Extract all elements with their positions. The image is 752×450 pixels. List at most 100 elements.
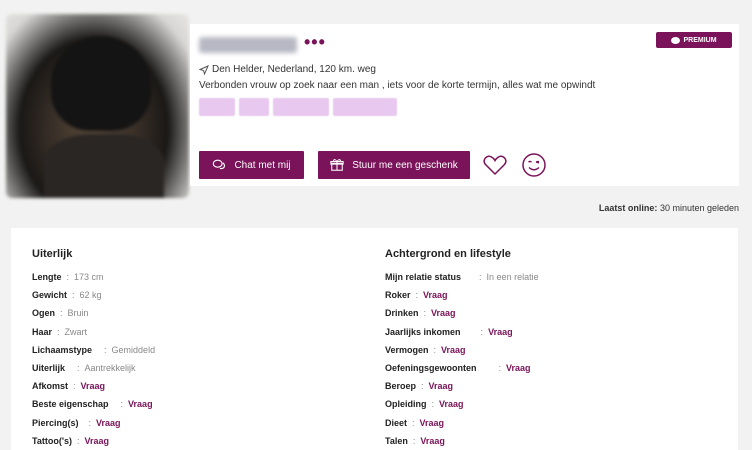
ask-link[interactable]: Vraag: [128, 399, 153, 409]
detail-label: Jaarlijks inkomen: [385, 326, 461, 337]
detail-label: Haar: [32, 326, 53, 337]
profile-card: ••• PREMIUM Den Helder, Nederland, 120 k…: [190, 24, 739, 186]
detail-row: Gewicht:62 kg: [32, 286, 155, 304]
detail-row: Talen: Vraag: [385, 432, 539, 450]
chat-bubble-icon: [671, 36, 681, 44]
appearance-section: Uiterlijk Lengte:173 cm Gewicht:62 kg Ogen…: [32, 248, 155, 450]
last-online-value: 30 minuten geleden: [659, 203, 739, 213]
ask-link[interactable]: Vraag: [423, 290, 448, 300]
detail-row: Beste eigenschap: Vraag: [32, 395, 155, 413]
detail-separator: :: [57, 326, 60, 337]
tag-blurred: [239, 98, 269, 116]
ask-link[interactable]: Vraag: [431, 308, 456, 318]
detail-separator: :: [120, 399, 124, 410]
detail-separator: :: [498, 363, 502, 374]
more-dots-icon[interactable]: •••: [304, 32, 326, 53]
appearance-title: Uiterlijk: [32, 248, 73, 260]
last-online: Laatst online: 30 minuten geleden: [599, 203, 739, 213]
interest-tags: [199, 98, 397, 116]
detail-row: Beroep: Vraag: [385, 377, 539, 395]
detail-separator: :: [77, 363, 80, 374]
location-arrow-icon: [199, 64, 209, 75]
ask-link[interactable]: Vraag: [439, 399, 464, 409]
ask-link[interactable]: Vraag: [420, 436, 445, 446]
detail-value: Zwart: [64, 326, 88, 337]
detail-label: Beste eigenschap: [32, 399, 109, 410]
detail-row: Ogen: Bruin: [32, 304, 155, 322]
detail-value: 62 kg: [79, 290, 102, 301]
detail-label: Tattoo('s): [32, 435, 72, 446]
detail-row: Vermogen: Vraag: [385, 341, 539, 359]
wink-icon[interactable]: [521, 152, 547, 178]
ask-link[interactable]: Vraag: [81, 381, 106, 391]
detail-separator: :: [66, 272, 70, 283]
detail-label: Lengte: [32, 272, 62, 283]
ask-link[interactable]: Vraag: [488, 327, 513, 337]
tag-blurred: [333, 98, 397, 116]
gift-icon: [330, 159, 344, 171]
ask-link[interactable]: Vraag: [441, 345, 466, 355]
detail-row: Haar: Zwart: [32, 323, 155, 341]
tag-blurred: [199, 98, 235, 116]
detail-row: Lengte:173 cm: [32, 268, 155, 286]
detail-label: Dieet: [385, 417, 408, 428]
detail-separator: :: [88, 417, 92, 428]
detail-label: Gewicht: [32, 290, 68, 301]
location-text: Den Helder, Nederland, 120 km. weg: [212, 64, 376, 75]
profile-tagline: Verbonden vrouw op zoek naar een man , i…: [199, 80, 596, 91]
detail-separator: :: [60, 308, 63, 319]
detail-row: Mijn relatie status: In een relatie: [385, 268, 539, 286]
detail-label: Ogen: [32, 308, 56, 319]
send-gift-button[interactable]: Stuur me een geschenk: [318, 151, 470, 179]
detail-label: Piercing(s): [32, 417, 79, 428]
detail-row: Drinken: Vraag: [385, 304, 539, 322]
lifestyle-section: Achtergrond en lifestyle Mijn relatie st…: [385, 248, 539, 450]
detail-separator: :: [480, 326, 484, 337]
detail-value: Gemiddeld: [111, 344, 156, 355]
detail-separator: :: [72, 290, 75, 301]
ask-link[interactable]: Vraag: [96, 418, 121, 428]
detail-label: Uiterlijk: [32, 363, 66, 374]
ask-link[interactable]: Vraag: [506, 363, 531, 373]
chat-button[interactable]: Chat met mij: [199, 151, 304, 179]
detail-value: Bruin: [67, 308, 89, 319]
detail-separator: :: [431, 399, 435, 410]
detail-separator: :: [76, 435, 80, 446]
heart-icon[interactable]: [482, 152, 508, 178]
last-online-label: Laatst online:: [598, 203, 658, 213]
chat-button-label: Chat met mij: [234, 159, 291, 171]
premium-badge: PREMIUM: [656, 32, 732, 48]
detail-separator: :: [412, 417, 415, 428]
detail-separator: :: [479, 272, 482, 283]
detail-label: Afkomst: [32, 381, 69, 392]
ask-link[interactable]: Vraag: [429, 381, 454, 391]
detail-label: Oefeningsgewoonten: [385, 363, 477, 374]
premium-label: PREMIUM: [683, 36, 717, 44]
detail-separator: :: [412, 435, 416, 446]
detail-label: Vermogen: [385, 344, 429, 355]
profile-details-panel: Uiterlijk Lengte:173 cm Gewicht:62 kg Ogen…: [11, 228, 738, 450]
detail-separator: :: [73, 381, 76, 392]
profile-name-blurred: [199, 37, 297, 53]
detail-separator: :: [433, 344, 437, 355]
detail-label: Talen: [385, 435, 408, 446]
detail-label: Drinken: [385, 308, 419, 319]
detail-row: Oefeningsgewoonten: Vraag: [385, 359, 539, 377]
detail-label: Lichaamstype: [32, 344, 93, 355]
detail-label: Opleiding: [385, 399, 427, 410]
lifestyle-title: Achtergrond en lifestyle: [385, 248, 511, 260]
detail-row: Afkomst: Vraag: [32, 377, 155, 395]
ask-link[interactable]: Vraag: [84, 436, 109, 446]
tag-blurred: [273, 98, 329, 116]
gift-button-label: Stuur me een geschenk: [352, 159, 458, 171]
detail-label: Roker: [385, 290, 411, 301]
detail-row: Piercing(s): Vraag: [32, 414, 155, 432]
profile-location: Den Helder, Nederland, 120 km. weg: [199, 64, 376, 75]
chat-icon: [213, 159, 226, 170]
profile-photo[interactable]: [6, 14, 189, 198]
detail-label: Mijn relatie status: [385, 272, 462, 283]
ask-link[interactable]: Vraag: [420, 418, 445, 428]
detail-value: 173 cm: [74, 272, 104, 283]
detail-label: Beroep: [385, 381, 417, 392]
detail-row: Dieet: Vraag: [385, 414, 539, 432]
